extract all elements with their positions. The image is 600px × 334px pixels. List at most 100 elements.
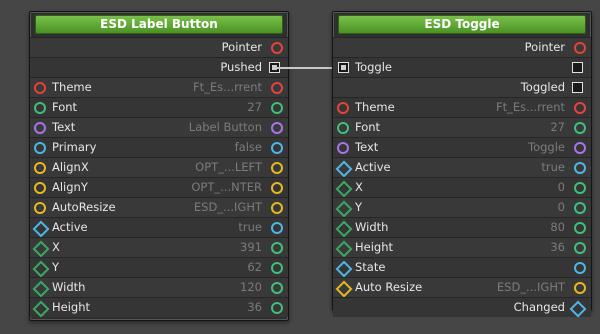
toggled-pin-icon[interactable] xyxy=(572,82,583,93)
input-value[interactable]: 120 xyxy=(240,278,262,297)
height-pin-icon[interactable] xyxy=(32,300,50,318)
input-value[interactable]: 62 xyxy=(247,258,262,277)
node-title[interactable]: ESD Label Button xyxy=(35,15,283,34)
input-value[interactable]: Ft_Es...rrent xyxy=(193,78,262,97)
input-value[interactable]: true xyxy=(541,158,565,177)
primary-pin-icon[interactable] xyxy=(34,142,46,154)
input-height[interactable]: Height 36 xyxy=(333,237,591,258)
input-font[interactable]: Font 27 xyxy=(333,117,591,137)
state-pin-icon[interactable] xyxy=(335,260,353,278)
input-text[interactable]: Text Label Button xyxy=(30,117,288,137)
input-value[interactable]: 36 xyxy=(550,238,565,257)
height-out-pin-icon[interactable] xyxy=(574,242,586,254)
text-out-pin-icon[interactable] xyxy=(271,122,283,134)
theme-pin-icon[interactable] xyxy=(34,82,46,94)
input-value[interactable]: 0 xyxy=(558,198,565,217)
input-value[interactable]: 27 xyxy=(247,98,262,117)
input-value[interactable]: 80 xyxy=(550,218,565,237)
input-width[interactable]: Width 80 xyxy=(333,217,591,238)
width-pin-icon[interactable] xyxy=(335,220,353,238)
input-value[interactable]: ESD_...IGHT xyxy=(194,198,262,217)
width-pin-icon[interactable] xyxy=(32,280,50,298)
active-out-pin-icon[interactable] xyxy=(574,162,586,174)
input-value[interactable]: Label Button xyxy=(189,118,262,137)
input-auto-resize[interactable]: Auto Resize ESD_...IGHT xyxy=(333,277,591,298)
theme-out-pin-icon[interactable] xyxy=(574,102,586,114)
input-value[interactable]: Ft_Es...rrent xyxy=(496,98,565,117)
x-out-pin-icon[interactable] xyxy=(271,242,283,254)
input-state[interactable]: State xyxy=(333,257,591,278)
input-x[interactable]: X 391 xyxy=(30,237,288,258)
connection-wire[interactable] xyxy=(274,67,340,69)
input-y[interactable]: Y 0 xyxy=(333,197,591,218)
node-esd-toggle[interactable]: ESD Toggle Pointer Toggle Toggled Theme … xyxy=(332,11,592,318)
x-out-pin-icon[interactable] xyxy=(574,182,586,194)
input-value[interactable]: 36 xyxy=(247,298,262,317)
autoresize-pin-icon[interactable] xyxy=(34,202,46,214)
text-out-pin-icon[interactable] xyxy=(574,142,586,154)
input-text[interactable]: Text Toggle xyxy=(333,137,591,157)
input-font[interactable]: Font 27 xyxy=(30,97,288,117)
y-out-pin-icon[interactable] xyxy=(574,202,586,214)
theme-out-pin-icon[interactable] xyxy=(271,82,283,94)
input-theme[interactable]: Theme Ft_Es...rrent xyxy=(30,77,288,97)
input-theme[interactable]: Theme Ft_Es...rrent xyxy=(333,97,591,117)
input-x[interactable]: X 0 xyxy=(333,177,591,198)
input-alignx[interactable]: AlignX OPT_...LEFT xyxy=(30,157,288,177)
input-value[interactable]: false xyxy=(235,138,262,157)
text-pin-icon[interactable] xyxy=(337,142,349,154)
y-pin-icon[interactable] xyxy=(32,260,50,278)
y-out-pin-icon[interactable] xyxy=(271,262,283,274)
input-primary[interactable]: Primary false xyxy=(30,137,288,157)
active-pin-icon[interactable] xyxy=(335,160,353,178)
input-toggle[interactable]: Toggle xyxy=(333,57,591,77)
font-out-pin-icon[interactable] xyxy=(574,122,586,134)
input-width[interactable]: Width 120 xyxy=(30,277,288,298)
aligny-out-pin-icon[interactable] xyxy=(271,182,283,194)
input-value[interactable]: 27 xyxy=(550,118,565,137)
text-pin-icon[interactable] xyxy=(34,122,46,134)
input-value[interactable]: Toggle xyxy=(528,138,565,157)
input-value[interactable]: ESD_...IGHT xyxy=(497,278,565,297)
font-pin-icon[interactable] xyxy=(337,122,349,134)
pointer-pin-icon[interactable] xyxy=(574,42,586,54)
input-value[interactable]: 391 xyxy=(240,238,262,257)
x-pin-icon[interactable] xyxy=(32,240,50,258)
input-aligny[interactable]: AlignY OPT_...NTER xyxy=(30,177,288,197)
y-pin-icon[interactable] xyxy=(335,200,353,218)
height-pin-icon[interactable] xyxy=(335,240,353,258)
input-label: Width xyxy=(52,280,86,294)
input-value[interactable]: OPT_...LEFT xyxy=(195,158,262,177)
node-esd-label-button[interactable]: ESD Label Button Pointer Pushed Theme Ft… xyxy=(29,11,289,321)
input-autoresize[interactable]: AutoResize ESD_...IGHT xyxy=(30,197,288,217)
input-y[interactable]: Y 62 xyxy=(30,257,288,278)
toggle-out-pin-icon[interactable] xyxy=(572,62,583,73)
input-value[interactable]: true xyxy=(238,218,262,237)
x-pin-icon[interactable] xyxy=(335,180,353,198)
autoresize-out-pin-icon[interactable] xyxy=(271,202,283,214)
state-out-pin-icon[interactable] xyxy=(574,262,586,274)
primary-out-pin-icon[interactable] xyxy=(271,142,283,154)
alignx-out-pin-icon[interactable] xyxy=(271,162,283,174)
theme-pin-icon[interactable] xyxy=(337,102,349,114)
active-pin-icon[interactable] xyxy=(32,220,50,238)
font-out-pin-icon[interactable] xyxy=(271,102,283,114)
toggle-pin-icon[interactable] xyxy=(338,62,349,73)
alignx-pin-icon[interactable] xyxy=(34,162,46,174)
aligny-pin-icon[interactable] xyxy=(34,182,46,194)
input-active[interactable]: Active true xyxy=(30,217,288,238)
input-height[interactable]: Height 36 xyxy=(30,297,288,318)
input-value[interactable]: 0 xyxy=(558,178,565,197)
input-value[interactable]: OPT_...NTER xyxy=(191,178,262,197)
width-out-pin-icon[interactable] xyxy=(574,222,586,234)
auto-resize-pin-icon[interactable] xyxy=(335,280,353,298)
width-out-pin-icon[interactable] xyxy=(271,282,283,294)
node-title[interactable]: ESD Toggle xyxy=(338,15,586,34)
pointer-pin-icon[interactable] xyxy=(271,42,283,54)
active-out-pin-icon[interactable] xyxy=(271,222,283,234)
height-out-pin-icon[interactable] xyxy=(271,302,283,314)
auto-resize-out-pin-icon[interactable] xyxy=(574,282,586,294)
input-active[interactable]: Active true xyxy=(333,157,591,178)
changed-pin-icon[interactable] xyxy=(569,300,587,318)
font-pin-icon[interactable] xyxy=(34,102,46,114)
